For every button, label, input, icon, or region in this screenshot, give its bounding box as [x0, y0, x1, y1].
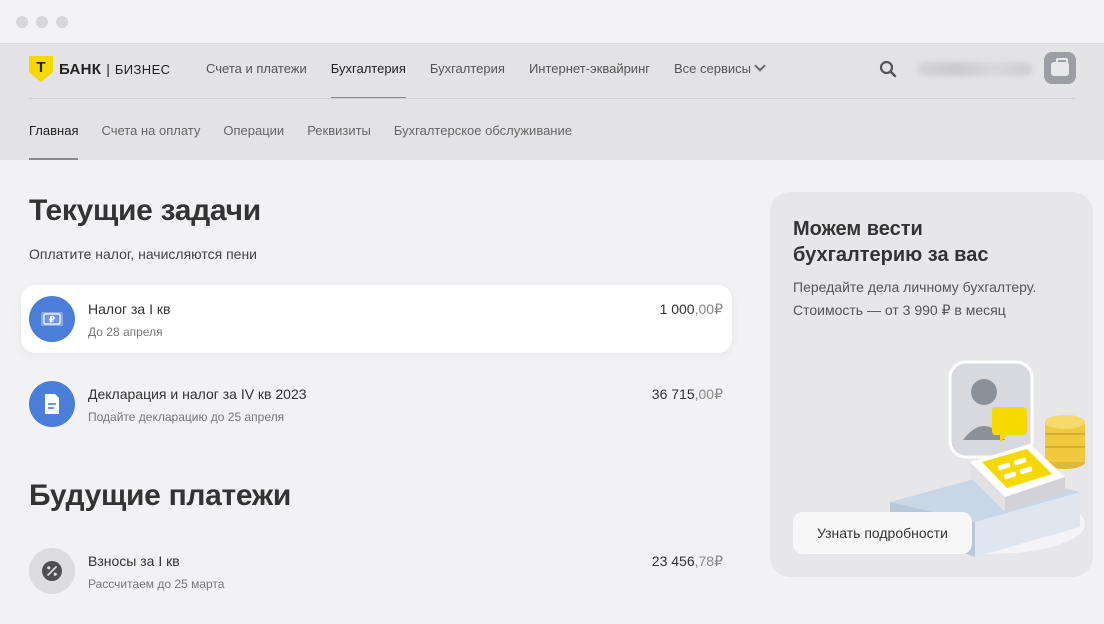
ruble-banknote-icon: ₽: [29, 296, 75, 342]
svg-text:₽: ₽: [49, 316, 55, 326]
header-divider: [29, 98, 1075, 99]
amount-integer: 23 456: [651, 553, 695, 569]
logo-business-text: БИЗНЕС: [114, 61, 171, 77]
nav-accounts-payments[interactable]: Счета и платежи: [206, 61, 307, 99]
chevron-down-icon: [754, 60, 766, 72]
window-close-dot[interactable]: [16, 16, 28, 28]
search-icon[interactable]: [879, 60, 897, 78]
sub-navigation: Главная Счета на оплату Операции Реквизи…: [29, 123, 595, 160]
logo-separator: |: [106, 61, 110, 77]
current-tasks-hint: Оплатите налог, начисляются пени: [29, 246, 257, 262]
amount-fraction: ,00: [694, 301, 715, 317]
future-payments-title: Будущие платежи: [29, 479, 292, 512]
task-row-contributions[interactable]: Взносы за I кв Рассчитаем до 25 марта 23…: [21, 537, 732, 605]
task-row-declaration[interactable]: Декларация и налог за IV кв 2023 Подайте…: [21, 370, 732, 438]
promo-card[interactable]: Можем вести бухгалтерию за вас Передайте…: [770, 192, 1093, 577]
logo-bank-text: БАНК: [59, 60, 102, 78]
amount-currency: ₽: [714, 386, 723, 402]
amount-fraction: ,00: [694, 386, 715, 402]
amount-fraction: ,78: [694, 553, 715, 569]
tab-accounting-service[interactable]: Бухгалтерское обслуживание: [394, 123, 572, 160]
logo-shield-icon: Т: [29, 56, 53, 82]
window-maximize-dot[interactable]: [56, 16, 68, 28]
logo-letter: Т: [36, 59, 46, 76]
app-header: Т БАНК | БИЗНЕС Счета и платежи Бухгалте…: [0, 44, 1104, 160]
learn-more-button[interactable]: Узнать подробности: [793, 512, 972, 554]
document-icon: [29, 381, 75, 427]
tab-operations[interactable]: Операции: [223, 123, 284, 160]
task-title: Налог за I кв: [88, 301, 171, 317]
task-amount: 23 456,78₽: [652, 553, 723, 570]
promo-text: Передайте дела личному бухгалтеру. Стоим…: [793, 279, 1037, 318]
user-name[interactable]: [917, 62, 1032, 76]
task-amount: 36 715,00₽: [652, 386, 723, 403]
task-amount: 1 000,00₽: [660, 301, 723, 318]
current-tasks-title: Текущие задачи: [29, 194, 261, 227]
avatar[interactable]: [1044, 52, 1076, 84]
nav-internet-acquiring[interactable]: Интернет-эквайринг: [529, 61, 650, 99]
percent-icon: [29, 548, 75, 594]
amount-currency: ₽: [714, 301, 723, 317]
nav-accounting[interactable]: Бухгалтерия: [430, 61, 505, 99]
task-title: Декларация и налог за IV кв 2023: [88, 386, 307, 402]
amount-currency: ₽: [714, 553, 723, 569]
briefcase-icon: [1051, 58, 1069, 76]
task-deadline: До 28 апреля: [88, 325, 163, 339]
bank-logo[interactable]: Т БАНК | БИЗНЕС: [29, 56, 170, 82]
amount-integer: 1 000: [659, 301, 695, 317]
top-navigation: Счета и платежи Бухгалтерия Бухгалтерия …: [206, 60, 788, 99]
nav-all-services-label: Все сервисы: [674, 61, 751, 76]
nav-all-services[interactable]: Все сервисы: [674, 60, 766, 99]
promo-title: Можем вести бухгалтерию за вас: [793, 218, 989, 266]
nav-accounting-active[interactable]: Бухгалтерия: [330, 61, 406, 99]
bottom-fade: [0, 610, 1104, 624]
task-deadline: Рассчитаем до 25 марта: [88, 577, 225, 591]
tab-invoices[interactable]: Счета на оплату: [101, 123, 200, 160]
task-title: Взносы за I кв: [88, 553, 180, 569]
amount-integer: 36 715: [651, 386, 695, 402]
window-title-bar: [0, 0, 1104, 44]
tab-requisites[interactable]: Реквизиты: [307, 123, 371, 160]
task-deadline: Подайте декларацию до 25 апреля: [88, 410, 285, 424]
window-minimize-dot[interactable]: [36, 16, 48, 28]
task-row-tax-q1[interactable]: ₽ Налог за I кв До 28 апреля 1 000,00₽: [21, 285, 732, 353]
tab-main[interactable]: Главная: [29, 123, 79, 160]
